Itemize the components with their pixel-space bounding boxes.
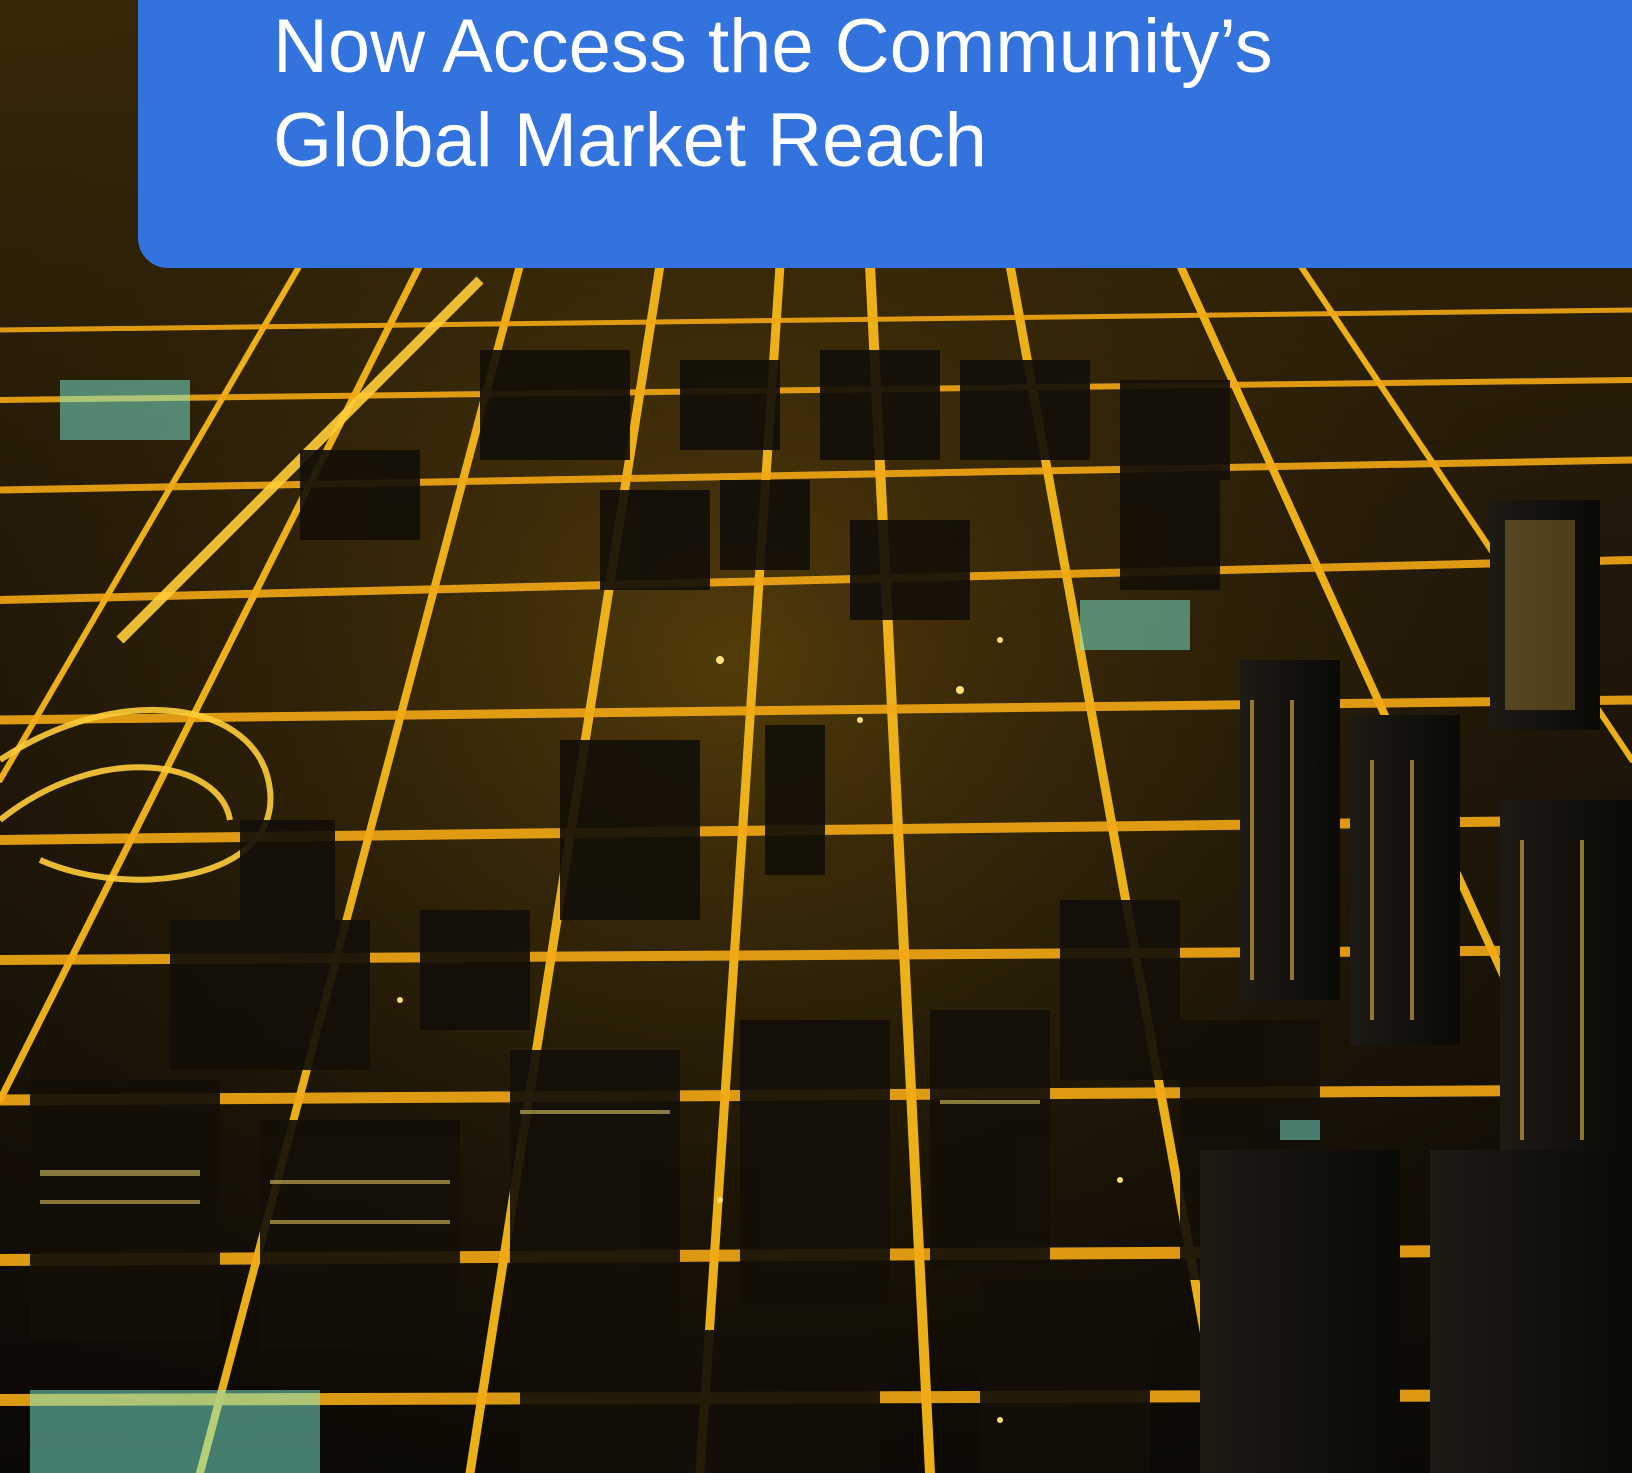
slide: Now Access the Community’s Global Market… [0,0,1632,1473]
page-title: Now Access the Community’s Global Market… [273,0,1573,188]
headline-line-1: Now Access the Community’s [273,4,1273,89]
headline-line-2: Global Market Reach [273,98,987,183]
